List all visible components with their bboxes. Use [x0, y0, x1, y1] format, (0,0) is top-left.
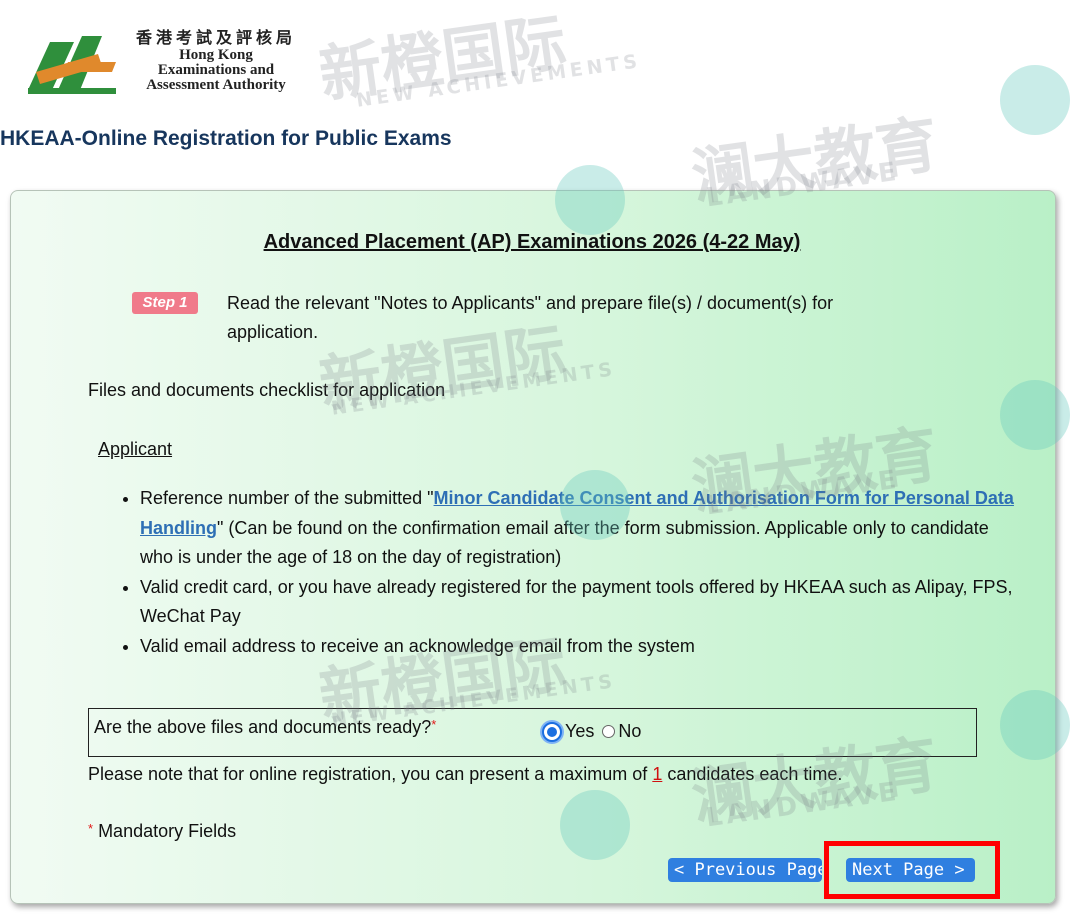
mandatory-text: Mandatory Fields	[93, 821, 237, 841]
note-text: candidates each time.	[662, 764, 843, 784]
max-candidates-number: 1	[652, 764, 663, 784]
mandatory-fields-note: * Mandatory Fields	[88, 821, 236, 842]
required-mark: *	[431, 717, 437, 732]
radio-unchecked-icon[interactable]	[602, 725, 616, 738]
list-item: Valid email address to receive an acknow…	[140, 632, 1020, 662]
documents-ready-question: Are the above files and documents ready?…	[88, 708, 977, 757]
logo-english-2: Examinations and	[157, 62, 275, 78]
page-title: HKEAA-Online Registration for Public Exa…	[0, 127, 452, 150]
logo-english-3: Assessment Authority	[146, 77, 286, 93]
step-text: Read the relevant "Notes to Applicants" …	[227, 293, 834, 342]
logo-text: 香港考試及評核局 Hong Kong Examinations and Asse…	[116, 24, 316, 93]
header: 香港考試及評核局 Hong Kong Examinations and Asse…	[0, 0, 1080, 190]
hkeaa-logo	[28, 36, 116, 94]
checklist-title: Files and documents checklist for applic…	[88, 380, 446, 400]
radio-yes-label: Yes	[565, 721, 595, 741]
list-item: Reference number of the submitted "Minor…	[140, 484, 1020, 573]
candidate-limit-note: Please note that for online registration…	[88, 764, 842, 785]
step-badge: Step 1	[132, 292, 198, 314]
bullet-text: Reference number of the submitted "	[140, 488, 434, 508]
radio-no[interactable]: No	[602, 721, 641, 742]
question-label: Are the above files and documents ready?…	[94, 717, 436, 738]
radio-no-label: No	[618, 721, 642, 741]
note-text: Please note that for online registration…	[88, 764, 653, 784]
logo-english-1: Hong Kong	[179, 47, 253, 63]
exam-title: Advanced Placement (AP) Examinations 202…	[263, 231, 801, 253]
bullet-text: " (Can be found on the confirmation emai…	[140, 517, 989, 568]
applicant-heading: Applicant	[98, 439, 173, 459]
checklist: Reference number of the submitted "Minor…	[115, 484, 1020, 661]
radio-checked-icon[interactable]	[542, 721, 562, 742]
previous-page-button[interactable]: < Previous Page	[668, 858, 822, 882]
next-button-highlight	[824, 841, 1000, 899]
radio-yes[interactable]: Yes	[542, 721, 594, 742]
list-item: Valid credit card, or you have already r…	[140, 573, 1020, 632]
ready-radio-group: Yes No	[542, 721, 649, 742]
logo-chinese: 香港考試及評核局	[135, 28, 296, 47]
question-text: Are the above files and documents ready?	[94, 717, 432, 737]
